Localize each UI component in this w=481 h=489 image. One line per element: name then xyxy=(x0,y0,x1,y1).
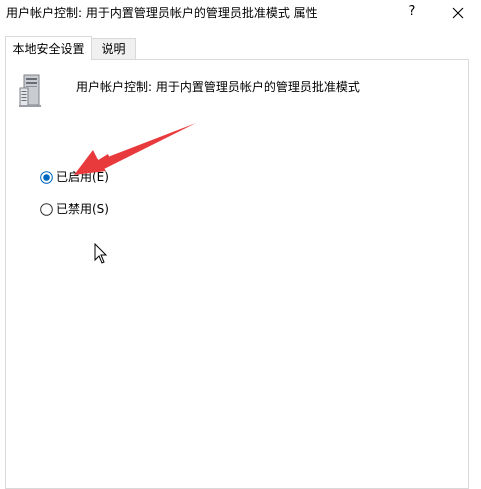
title-bar: 用户帐户控制: 用于内置管理员帐户的管理员批准模式 属性 ? xyxy=(0,0,481,26)
help-button[interactable]: ? xyxy=(397,0,427,24)
tab-strip: 本地安全设置 说明 xyxy=(5,36,470,60)
properties-dialog: 用户帐户控制: 用于内置管理员帐户的管理员批准模式 属性 ? 本地安全设置 说明… xyxy=(0,0,481,489)
window-title: 用户帐户控制: 用于内置管理员帐户的管理员批准模式 属性 xyxy=(6,6,318,20)
policy-title: 用户帐户控制: 用于内置管理员帐户的管理员批准模式 xyxy=(76,80,360,94)
server-policy-icon xyxy=(19,74,41,107)
close-icon xyxy=(452,7,464,18)
radio-unselected-icon[interactable] xyxy=(40,203,53,216)
tab-local-security-setting[interactable]: 本地安全设置 xyxy=(5,36,92,60)
radio-selected-icon[interactable] xyxy=(40,171,53,184)
disabled-label: 已禁用(S) xyxy=(56,202,109,216)
close-button[interactable] xyxy=(441,0,475,24)
tab-panel xyxy=(5,59,469,489)
tab-explain[interactable]: 说明 xyxy=(92,38,136,60)
enabled-label: 已启用(E) xyxy=(56,170,109,184)
